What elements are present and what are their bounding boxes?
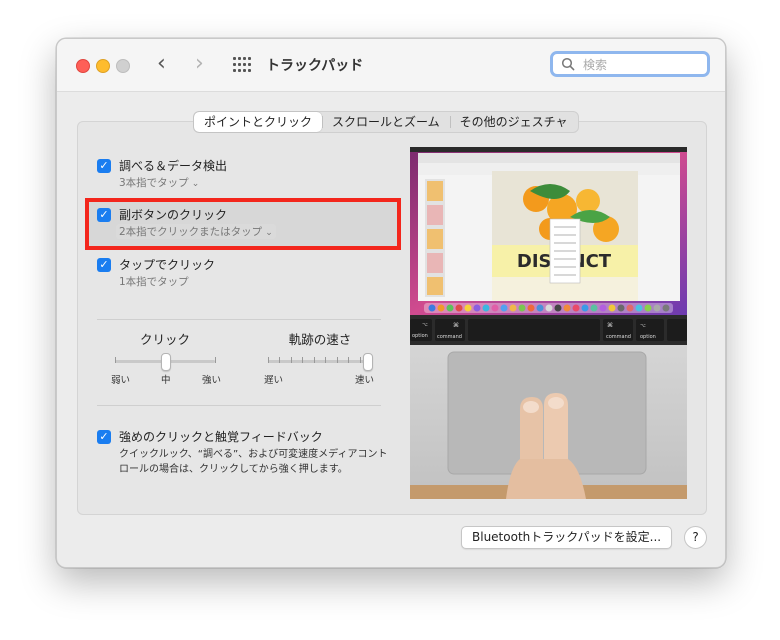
tick [279,357,280,363]
click-slider-title: クリック [139,332,190,347]
divider [97,319,381,320]
secondary-click-label: 副ボタンのクリック [119,208,228,222]
title-bar: ‹ › トラックパッド [57,39,725,92]
gesture-preview: DISTINCT [410,147,687,499]
secondary-click-checkbox[interactable]: ✓ [97,208,111,222]
tick [314,357,315,363]
chevron-down-icon: ⌄ [191,179,200,189]
click-weak-label: 弱い [111,375,131,386]
minimize-button[interactable] [96,59,110,73]
preview-illustration: DISTINCT [410,147,687,499]
tick [360,357,361,363]
command-key-label: command [437,334,462,340]
right-option-key-label: option [640,334,656,340]
tab-scroll-and-zoom[interactable]: スクロールとズーム [322,112,450,132]
force-click-description: クイックルック、“調べる”、および可変速度メディアコントロールの場合は、クリック… [119,449,388,475]
tab-point-and-click[interactable]: ポイントとクリック [194,112,323,132]
command-key-symbol: ⌘ [453,322,459,329]
force-click-checkbox[interactable]: ✓ [97,430,111,444]
tap-to-click-sub: 1本指でタップ [119,276,189,288]
click-strong-label: 強い [202,375,222,386]
tick [268,357,269,363]
tick [325,357,326,363]
click-slider-knob[interactable] [161,353,171,371]
help-button[interactable]: ? [684,526,707,549]
tick [348,357,349,363]
speed-slider-title: 軌跡の速さ [288,332,352,347]
speed-slider-knob[interactable] [363,353,373,371]
force-click-label: 強めのクリックと触覚フィードバック [119,430,323,444]
zoom-button[interactable] [116,59,130,73]
search-field[interactable] [550,51,710,77]
right-command-key-label: command [606,334,631,340]
show-all-grid-icon[interactable] [233,57,251,73]
tick [115,357,116,363]
tick [337,357,338,363]
look-up-popup[interactable]: 3本指でタップ ⌄ [119,175,199,190]
speed-slider-track[interactable] [268,360,372,363]
tab-bar: ポイントとクリック スクロールとズーム その他のジェスチャ [193,111,579,133]
tap-to-click-checkbox[interactable]: ✓ [97,258,111,272]
tap-to-click-label: タップでクリック [119,258,216,272]
tick [215,357,216,363]
setup-bluetooth-trackpad-button[interactable]: Bluetoothトラックパッドを設定... [461,526,673,549]
tick [302,357,303,363]
tab-more-gestures[interactable]: その他のジェスチャ [449,112,578,132]
window-title: トラックパッド [266,58,364,74]
back-chevron-icon[interactable]: ‹ [157,52,166,76]
preferences-window: ‹ › トラックパッド ポイントとクリック スクロールとズーム その他のジェスチ… [56,38,726,568]
right-command-key-symbol: ⌘ [607,322,613,329]
search-icon [561,57,575,71]
speed-slow-label: 遅い [264,375,284,386]
close-button[interactable] [76,59,90,73]
tick [291,357,292,363]
secondary-click-popup[interactable]: 2本指でクリックまたはタップ ⌄ [116,224,276,239]
search-input[interactable] [581,55,705,75]
forward-chevron-icon[interactable]: › [195,52,204,76]
divider [97,405,381,406]
chevron-down-icon: ⌄ [265,228,273,238]
look-up-checkbox[interactable]: ✓ [97,159,111,173]
option-key-label: option [412,333,428,339]
right-option-key-symbol: ⌥ [640,323,646,329]
click-medium-label: 中 [161,375,171,386]
option-key-symbol: ⌥ [422,322,428,328]
look-up-label: 調べる＆データ検出 [119,159,228,173]
speed-fast-label: 速い [355,375,375,386]
